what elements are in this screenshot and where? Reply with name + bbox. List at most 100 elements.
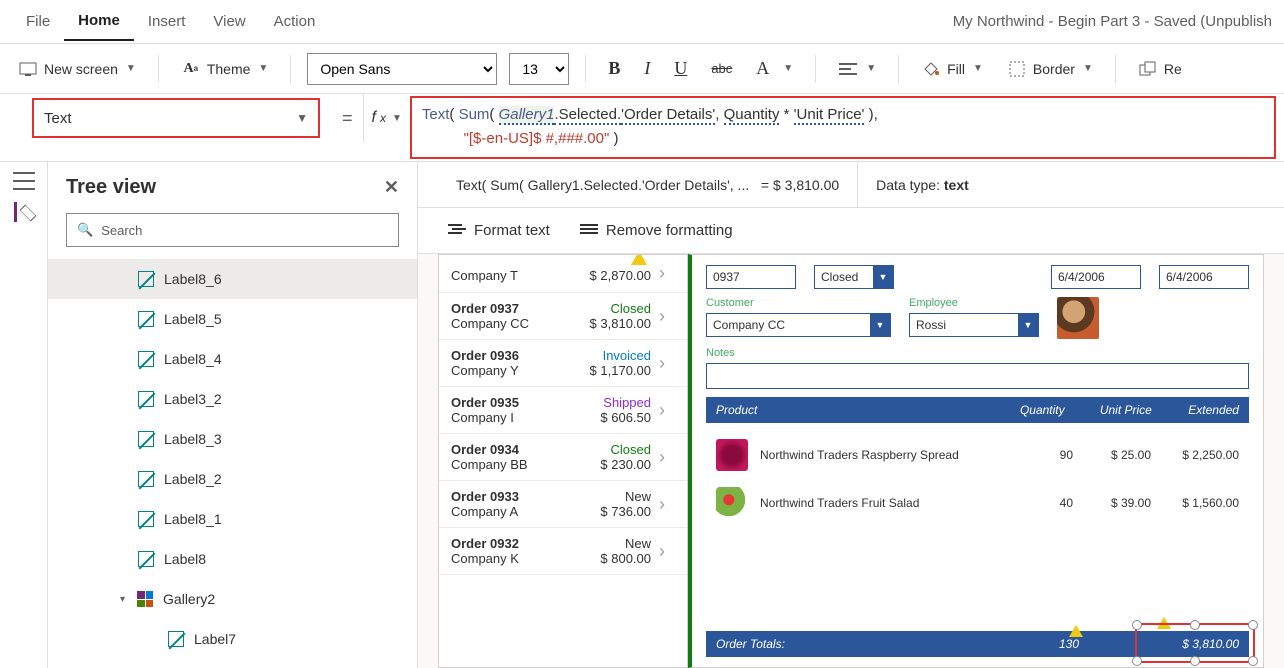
order-list-item[interactable]: Order 0935ShippedCompany I$ 606.50› <box>439 387 687 434</box>
order-company: Company BB <box>451 457 592 472</box>
order-list-item[interactable]: Order 0933NewCompany A$ 736.00› <box>439 481 687 528</box>
formula-input[interactable]: Text( Sum( Gallery1.Selected.'Order Deta… <box>410 96 1276 159</box>
reorder-label: Re <box>1164 61 1182 77</box>
underline-button[interactable]: U <box>668 54 693 83</box>
italic-button[interactable]: I <box>638 54 656 83</box>
selected-control-outline[interactable] <box>1135 623 1255 663</box>
equals-sign: = <box>332 94 363 142</box>
order-company: Company A <box>451 504 592 519</box>
product-extended: $ 2,250.00 <box>1159 448 1239 462</box>
font-name-select[interactable]: Open Sans <box>307 53 497 85</box>
chevron-down-icon: ▼ <box>126 63 136 74</box>
tree-view-panel: Tree view ✕ 🔍 Search Label8_6Label8_5Lab… <box>48 162 418 668</box>
employee-avatar <box>1057 297 1099 339</box>
date2-field[interactable]: 6/4/2006 <box>1159 265 1249 289</box>
order-company: Company Y <box>451 363 582 378</box>
tree-item-label8_3[interactable]: Label8_3 <box>48 419 417 459</box>
product-table-body: Northwind Traders Raspberry Spread90$ 25… <box>706 431 1249 527</box>
new-screen-button[interactable]: New screen ▼ <box>12 55 142 83</box>
tree-item-label8_2[interactable]: Label8_2 <box>48 459 417 499</box>
left-rail <box>0 162 48 668</box>
reorder-button[interactable]: Re <box>1132 55 1188 83</box>
order-amount: $ 606.50 <box>600 410 651 425</box>
date1-field[interactable]: 6/4/2006 <box>1051 265 1141 289</box>
tree-item-label8_6[interactable]: Label8_6 <box>48 259 417 299</box>
label-icon <box>138 551 154 567</box>
tree-item-label7[interactable]: Label7 <box>48 619 417 659</box>
tree-item-gallery2[interactable]: ▾Gallery2 <box>48 579 417 619</box>
format-text-label: Format text <box>474 222 550 239</box>
property-name: Text <box>44 110 72 127</box>
theme-icon: Aa <box>181 59 201 79</box>
tree-view-title: Tree view <box>66 176 156 199</box>
order-number-field[interactable]: 0937 <box>706 265 796 289</box>
tree-item-label8_1[interactable]: Label8_1 <box>48 499 417 539</box>
label-icon <box>138 351 154 367</box>
menu-view[interactable]: View <box>199 3 259 40</box>
order-amount: $ 736.00 <box>600 504 651 519</box>
tree-item-label: Label8_3 <box>164 431 222 447</box>
tree-item-label3_2[interactable]: Label3_2 <box>48 379 417 419</box>
order-list-item[interactable]: Company T$ 2,870.00› <box>439 255 687 293</box>
tree-item-label: Label8_2 <box>164 471 222 487</box>
order-list-item[interactable]: Order 0932NewCompany K$ 800.00› <box>439 528 687 575</box>
tree-search-input[interactable]: 🔍 Search <box>66 213 399 247</box>
align-button[interactable]: ▼ <box>832 55 882 83</box>
fx-button[interactable]: fx▼ <box>363 94 410 142</box>
order-list-item[interactable]: Order 0936InvoicedCompany Y$ 1,170.00› <box>439 340 687 387</box>
tree-item-label: Label7 <box>194 631 236 647</box>
product-table-header: Product Quantity Unit Price Extended <box>706 397 1249 423</box>
product-price: $ 39.00 <box>1081 496 1151 510</box>
status-select[interactable]: Closed <box>814 265 894 289</box>
remove-formatting-button[interactable]: Remove formatting <box>580 222 733 240</box>
chevron-right-icon: › <box>659 353 675 374</box>
menu-home[interactable]: Home <box>64 2 134 41</box>
tree-view-icon[interactable] <box>14 202 34 222</box>
notes-input[interactable] <box>706 363 1249 389</box>
search-placeholder: Search <box>101 223 142 238</box>
label-icon <box>138 511 154 527</box>
order-name: Order 0935 <box>451 395 592 410</box>
product-name: Northwind Traders Fruit Salad <box>760 496 1005 510</box>
tree-item-label8_5[interactable]: Label8_5 <box>48 299 417 339</box>
order-amount: $ 1,170.00 <box>590 363 651 378</box>
tree-item-label: Label8 <box>164 551 206 567</box>
chevron-down-icon: ▼ <box>296 111 308 125</box>
tree-list[interactable]: Label8_6Label8_5Label8_4Label3_2 Label8_3… <box>48 259 417 668</box>
order-detail-form: 0937 Closed 6/4/2006 6/4/2006 CustomerCo… <box>688 254 1264 668</box>
tree-item-label8_4[interactable]: Label8_4 <box>48 339 417 379</box>
formula-result-value: $ 3,810.00 <box>773 177 839 193</box>
product-row[interactable]: Northwind Traders Raspberry Spread90$ 25… <box>706 431 1249 479</box>
border-button[interactable]: Border▼ <box>1001 55 1099 83</box>
strikethrough-button[interactable]: abc <box>705 57 738 80</box>
order-name: Order 0933 <box>451 489 592 504</box>
order-status: Shipped <box>600 395 651 410</box>
font-color-button[interactable]: A▼ <box>750 54 799 83</box>
menu-bar: File Home Insert View Action My Northwin… <box>0 0 1284 44</box>
close-icon[interactable]: ✕ <box>384 177 399 198</box>
font-size-select[interactable]: 13 <box>509 53 569 85</box>
tree-item-label8[interactable]: Label8 <box>48 539 417 579</box>
order-list-item[interactable]: Order 0934ClosedCompany BB$ 230.00› <box>439 434 687 481</box>
bold-button[interactable]: B <box>602 54 626 83</box>
order-list-item[interactable]: Order 0937ClosedCompany CC$ 3,810.00› <box>439 293 687 340</box>
product-row[interactable]: Northwind Traders Fruit Salad40$ 39.00$ … <box>706 479 1249 527</box>
property-selector[interactable]: Text ▼ <box>32 98 320 138</box>
menu-file[interactable]: File <box>12 3 64 40</box>
order-status: New <box>600 536 651 551</box>
theme-label: Theme <box>207 61 251 77</box>
format-toolbar: Format text Remove formatting <box>418 208 1284 254</box>
fill-button[interactable]: Fill▼ <box>915 55 989 83</box>
customer-select[interactable]: Company CC <box>706 313 891 337</box>
align-icon <box>838 59 858 79</box>
order-gallery[interactable]: Company T$ 2,870.00›Order 0937ClosedComp… <box>438 254 688 668</box>
hamburger-icon[interactable] <box>13 172 35 190</box>
employee-select[interactable]: Rossi <box>909 313 1039 337</box>
format-text-button[interactable]: Format text <box>448 222 550 240</box>
order-amount: $ 2,870.00 <box>590 268 651 283</box>
product-qty: 40 <box>1013 496 1073 510</box>
fill-icon <box>921 59 941 79</box>
menu-insert[interactable]: Insert <box>134 3 200 40</box>
menu-action[interactable]: Action <box>260 3 330 40</box>
theme-button[interactable]: Aa Theme ▼ <box>175 55 274 83</box>
